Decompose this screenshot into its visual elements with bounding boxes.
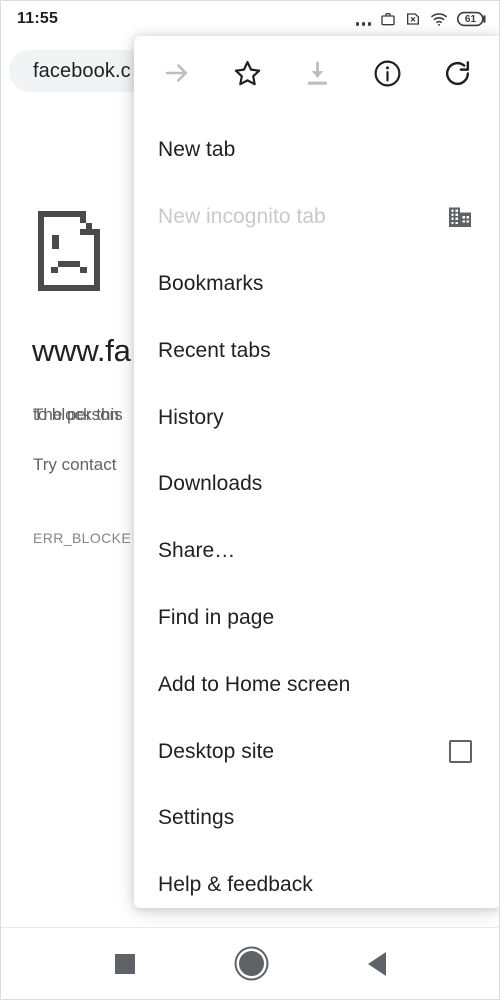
menu-item-list: New tab New incognito tab Bookmarks Rece… (134, 115, 499, 908)
status-bar-clock: 11:55 (17, 10, 59, 27)
menu-item-desktop-site[interactable]: Desktop site (134, 718, 499, 785)
phone-screen: 11:55 61 facebook.c www.fa The person to… (0, 0, 500, 1000)
home-button[interactable] (223, 936, 279, 992)
status-bar: 11:55 61 (1, 1, 499, 37)
sim-card-missing-icon (405, 11, 421, 27)
wifi-icon (430, 11, 448, 27)
more-dots-icon (355, 10, 371, 29)
menu-item-label: Settings (158, 806, 235, 830)
page-info-icon-button[interactable] (362, 50, 414, 102)
reload-icon (442, 58, 473, 94)
menu-item-settings[interactable]: Settings (134, 785, 499, 852)
desktop-site-checkbox[interactable] (445, 737, 475, 767)
sad-document-icon (34, 207, 109, 300)
menu-item-label: Share… (158, 539, 236, 563)
reload-icon-button[interactable] (432, 50, 484, 102)
menu-item-label: Desktop site (158, 739, 275, 763)
menu-item-bookmarks[interactable]: Bookmarks (134, 251, 499, 318)
menu-item-share[interactable]: Share… (134, 518, 499, 585)
forward-arrow-icon (162, 58, 192, 93)
bookmark-star-icon (232, 58, 263, 94)
menu-icon-row (134, 36, 499, 115)
menu-item-label: Help & feedback (158, 873, 313, 897)
download-icon (303, 59, 332, 93)
battery-level-text: 61 (464, 13, 477, 25)
menu-item-label: History (158, 405, 224, 429)
error-page-title: www.fa (32, 333, 131, 368)
recents-button[interactable] (97, 936, 153, 992)
url-text: facebook.c (33, 59, 131, 82)
menu-item-label: Bookmarks (158, 271, 264, 295)
circle-icon (238, 951, 264, 976)
menu-item-add-to-home-screen[interactable]: Add to Home screen (134, 651, 499, 718)
menu-item-new-incognito-tab[interactable]: New incognito tab (134, 184, 499, 251)
error-code-text: ERR_BLOCKE (33, 530, 132, 546)
menu-item-recent-tabs[interactable]: Recent tabs (134, 317, 499, 384)
menu-item-find-in-page[interactable]: Find in page (134, 585, 499, 652)
menu-item-history[interactable]: History (134, 384, 499, 451)
menu-item-label: Downloads (158, 472, 263, 496)
square-icon (115, 953, 135, 974)
checkbox-unchecked-icon (448, 740, 472, 764)
battery-icon: 61 (457, 11, 487, 27)
menu-item-new-tab[interactable]: New tab (134, 117, 499, 184)
enterprise-building-icon (445, 202, 475, 232)
menu-item-help-and-feedback[interactable]: Help & feedback (134, 852, 499, 908)
bookmark-star-icon-button[interactable] (221, 50, 273, 102)
menu-item-label: Recent tabs (158, 338, 271, 362)
menu-item-label: New incognito tab (158, 205, 326, 229)
triangle-left-icon (368, 951, 386, 976)
download-icon-button[interactable] (291, 50, 343, 102)
android-navigation-bar (1, 927, 499, 999)
menu-item-label: New tab (158, 138, 236, 162)
page-info-icon (372, 58, 403, 94)
back-button[interactable] (349, 936, 405, 992)
status-bar-icons: 61 (355, 10, 488, 29)
forward-arrow-icon-button[interactable] (151, 50, 203, 102)
menu-item-label: Find in page (158, 605, 275, 629)
menu-item-downloads[interactable]: Downloads (134, 451, 499, 518)
work-profile-briefcase-icon (380, 11, 396, 27)
browser-overflow-menu: New tab New incognito tab Bookmarks Rece… (134, 36, 499, 908)
menu-item-label: Add to Home screen (158, 672, 351, 696)
